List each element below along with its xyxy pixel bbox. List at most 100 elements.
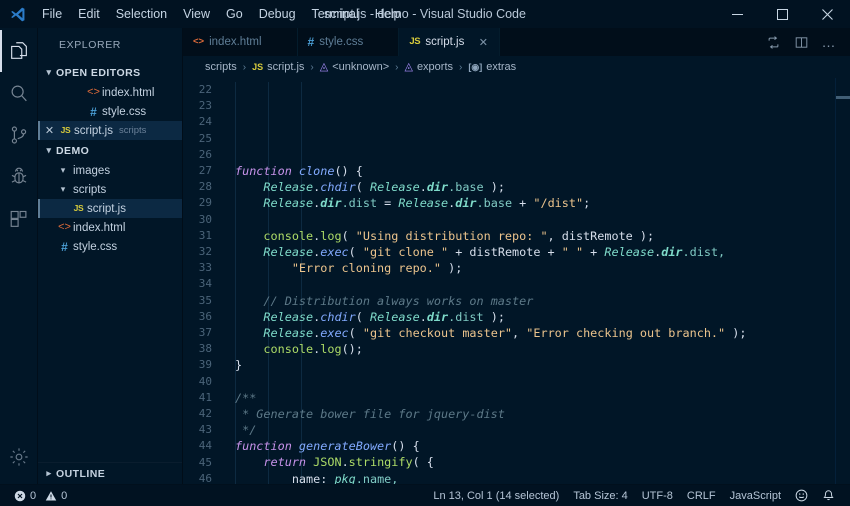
code-line[interactable]: } — [235, 357, 850, 373]
code-line[interactable]: "Error cloning repo." ); — [235, 260, 850, 276]
section-open-editors[interactable]: ▾ OPEN EDITORS — [38, 62, 182, 83]
activity-source-control[interactable] — [0, 114, 38, 156]
code-line[interactable]: function generateBower() { — [235, 438, 850, 454]
menu-edit[interactable]: Edit — [70, 0, 108, 28]
status-indentation[interactable]: Tab Size: 4 — [566, 485, 634, 506]
code-line[interactable]: Release.exec( "git checkout master", "Er… — [235, 325, 850, 341]
code-token: dir — [427, 180, 448, 194]
code-line[interactable]: name: pkg.name, — [235, 471, 850, 484]
html-icon: <> — [193, 37, 204, 47]
code-line[interactable]: return JSON.stringify( { — [235, 454, 850, 470]
maximize-button[interactable] — [760, 0, 805, 28]
status-cursor-position[interactable]: Ln 13, Col 1 (14 selected) — [426, 485, 566, 506]
code-line[interactable]: function clone() { — [235, 163, 850, 179]
status-eol[interactable]: CRLF — [680, 485, 723, 506]
code-line[interactable]: * Generate bower file for jquery-dist — [235, 406, 850, 422]
open-editor-style-css[interactable]: ✕ # style.css — [38, 102, 182, 121]
tab-index-html[interactable]: <> index.html ✕ — [183, 28, 298, 56]
code-line[interactable]: Release.chdir( Release.dir.dist ); — [235, 309, 850, 325]
code-token: ( { — [413, 455, 434, 469]
open-editor-close-icon[interactable]: ✕ — [42, 124, 57, 137]
breadcrumb-item-script-js[interactable]: JS script.js — [252, 61, 304, 73]
code-line[interactable] — [235, 212, 850, 228]
activity-debug[interactable] — [0, 156, 38, 198]
code-line[interactable]: console.log(); — [235, 341, 850, 357]
code-line[interactable]: /** — [235, 390, 850, 406]
menu-debug[interactable]: Debug — [251, 0, 304, 28]
activity-explorer[interactable] — [0, 30, 38, 72]
code-line[interactable]: // Distribution always works on master — [235, 293, 850, 309]
menu-selection[interactable]: Selection — [108, 0, 175, 28]
line-number: 29 — [183, 195, 212, 211]
code-line[interactable]: Release.dir.dist = Release.dir.base + "/… — [235, 195, 850, 211]
breadcrumb-item-exports[interactable]: ◬ exports — [404, 61, 453, 73]
minimize-button[interactable] — [715, 0, 760, 28]
code-line[interactable] — [235, 373, 850, 389]
code-line[interactable] — [235, 276, 850, 292]
code-line[interactable]: */ — [235, 422, 850, 438]
status-feedback[interactable] — [788, 485, 815, 506]
split-editor-button[interactable] — [788, 29, 814, 55]
symbol-cube-icon: ◬ — [404, 62, 412, 73]
open-editors-label: OPEN EDITORS — [56, 67, 141, 79]
split-editor-icon — [794, 35, 809, 50]
run-button[interactable] — [760, 29, 786, 55]
line-number: 27 — [183, 163, 212, 179]
smiley-icon — [795, 489, 808, 502]
code-editor[interactable]: 2223242526272829303132333435363738394041… — [183, 78, 850, 484]
open-editor-script-js[interactable]: ✕ JS script.js scripts — [38, 121, 182, 140]
code-token: . — [420, 180, 427, 194]
folder-scripts[interactable]: ▾ scripts — [38, 180, 182, 199]
menu-go[interactable]: Go — [218, 0, 251, 28]
code-line[interactable]: Release.exec( "git clone " + distRemote … — [235, 244, 850, 260]
editor-tab-bar: <> index.html ✕ # style.css ✕ JS script.… — [183, 28, 850, 56]
menu-help[interactable]: Help — [367, 0, 409, 28]
code-line[interactable]: console.log( "Using distribution repo: "… — [235, 228, 850, 244]
line-number: 33 — [183, 260, 212, 276]
code-token: . — [342, 455, 349, 469]
activity-manage-settings[interactable] — [0, 436, 38, 478]
breadcrumb-item-extras[interactable]: [◉] extras — [468, 61, 516, 73]
menu-view[interactable]: View — [175, 0, 218, 28]
code-token: () { — [334, 164, 362, 178]
editor-vertical-scrollbar[interactable] — [836, 78, 850, 484]
activity-search[interactable] — [0, 72, 38, 114]
status-encoding[interactable]: UTF-8 — [635, 485, 680, 506]
tab-close-icon[interactable]: ✕ — [477, 36, 489, 49]
breadcrumb-item-unknown[interactable]: ◬ <unknown> — [320, 61, 389, 73]
status-left: 0 0 — [0, 485, 74, 506]
tab-style-css[interactable]: # style.css ✕ — [298, 28, 400, 56]
line-number: 37 — [183, 325, 212, 341]
file-label: style.css — [73, 241, 117, 253]
breadcrumb-label: scripts — [205, 61, 237, 73]
section-demo[interactable]: ▾ DEMO — [38, 140, 182, 161]
breadcrumb-item-scripts[interactable]: scripts — [205, 61, 237, 73]
menu-terminal[interactable]: Terminal — [304, 0, 367, 28]
file-script-js[interactable]: JS script.js — [38, 199, 182, 218]
status-language-mode[interactable]: JavaScript — [723, 485, 788, 506]
code-token: = — [377, 196, 398, 210]
tab-script-js[interactable]: JS script.js ✕ — [399, 28, 500, 56]
code-token: . — [420, 310, 427, 324]
more-actions-button[interactable]: … — [816, 29, 842, 55]
close-button[interactable] — [805, 0, 850, 28]
menu-file[interactable]: File — [34, 0, 70, 28]
file-index-html[interactable]: <> index.html — [38, 218, 182, 237]
code-token: console — [263, 229, 313, 243]
css-icon: # — [85, 106, 102, 118]
breadcrumb-label: <unknown> — [332, 61, 389, 73]
code-line[interactable]: Release.chdir( Release.dir.base ); — [235, 179, 850, 195]
code-content[interactable]: function clone() { Release.chdir( Releas… — [221, 78, 850, 484]
code-token: Release — [263, 245, 313, 259]
file-style-css[interactable]: # style.css — [38, 237, 182, 256]
code-token: } — [235, 358, 242, 372]
folder-images[interactable]: ▾ images — [38, 161, 182, 180]
file-label: script.js — [87, 203, 126, 215]
status-problems[interactable]: 0 0 — [7, 485, 74, 506]
activity-extensions[interactable] — [0, 198, 38, 240]
line-number: 22 — [183, 82, 212, 98]
section-outline[interactable]: ▸ OUTLINE — [38, 462, 182, 484]
status-notifications[interactable] — [815, 485, 842, 506]
scrollbar-thumb[interactable] — [836, 96, 850, 99]
open-editor-index-html[interactable]: ✕ <> index.html — [38, 83, 182, 102]
